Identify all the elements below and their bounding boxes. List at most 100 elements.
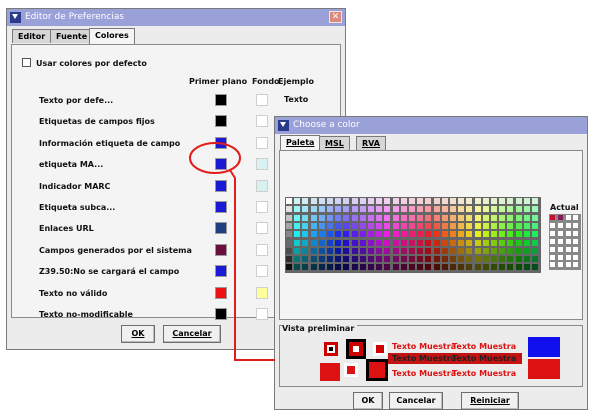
palette-swatch[interactable] [294, 239, 301, 246]
palette-swatch[interactable] [359, 247, 366, 254]
palette-swatch[interactable] [532, 198, 538, 204]
palette-swatch[interactable] [302, 256, 309, 263]
palette-swatch[interactable] [343, 206, 350, 213]
palette-swatch[interactable] [441, 214, 448, 221]
palette-swatch[interactable] [392, 239, 399, 246]
palette-swatch[interactable] [482, 222, 489, 229]
palette-swatch[interactable] [327, 222, 333, 229]
palette-swatch[interactable] [400, 239, 407, 246]
palette-swatch[interactable] [450, 206, 456, 213]
palette-swatch[interactable] [343, 239, 350, 246]
foreground-swatch[interactable] [215, 286, 227, 299]
palette-swatch[interactable] [523, 198, 530, 204]
recent-swatch[interactable] [565, 222, 571, 228]
palette-swatch[interactable] [499, 256, 506, 263]
recent-swatch[interactable] [557, 262, 563, 268]
recent-swatch[interactable] [565, 215, 571, 220]
palette-swatch[interactable] [417, 247, 424, 254]
palette-swatch[interactable] [327, 247, 333, 254]
palette-swatch[interactable] [400, 214, 407, 221]
palette-swatch[interactable] [327, 239, 333, 246]
palette-swatch[interactable] [368, 198, 374, 204]
palette-swatch[interactable] [286, 239, 292, 246]
background-swatch[interactable] [256, 136, 268, 149]
palette-swatch[interactable] [343, 264, 350, 271]
palette-swatch[interactable] [286, 198, 292, 204]
palette-swatch[interactable] [392, 222, 399, 229]
palette-swatch[interactable] [318, 239, 325, 246]
palette-swatch[interactable] [400, 222, 407, 229]
recent-swatch[interactable] [557, 254, 563, 260]
palette-swatch[interactable] [433, 214, 440, 221]
palette-swatch[interactable] [384, 198, 391, 204]
palette-swatch[interactable] [409, 222, 415, 229]
palette-swatch[interactable] [302, 231, 309, 238]
palette-swatch[interactable] [384, 231, 391, 238]
palette-swatch[interactable] [425, 256, 432, 263]
foreground-swatch[interactable] [215, 222, 227, 235]
background-swatch[interactable] [256, 94, 268, 106]
palette-swatch[interactable] [491, 231, 497, 238]
palette-swatch[interactable] [507, 214, 514, 221]
background-swatch[interactable] [256, 243, 268, 256]
palette-swatch[interactable] [433, 198, 440, 204]
palette-swatch[interactable] [286, 247, 292, 254]
palette-swatch[interactable] [343, 256, 350, 263]
palette-swatch[interactable] [482, 206, 489, 213]
palette-swatch[interactable] [433, 206, 440, 213]
palette-swatch[interactable] [466, 206, 473, 213]
foreground-swatch[interactable] [215, 201, 227, 213]
palette-swatch[interactable] [409, 264, 415, 271]
palette-swatch[interactable] [417, 214, 424, 221]
palette-swatch[interactable] [409, 214, 415, 221]
recent-swatch[interactable] [557, 222, 563, 228]
reset-button[interactable]: Reiniciar [461, 392, 519, 410]
tab-editor[interactable]: Editor [12, 29, 52, 43]
background-swatch[interactable] [256, 115, 268, 128]
recent-swatch[interactable] [557, 230, 563, 236]
recent-swatch[interactable] [565, 238, 571, 244]
palette-swatch[interactable] [302, 222, 309, 229]
palette-swatch[interactable] [482, 256, 489, 263]
palette-swatch[interactable] [400, 198, 407, 204]
recent-swatch[interactable] [550, 215, 555, 220]
palette-swatch[interactable] [507, 222, 514, 229]
palette-swatch[interactable] [523, 247, 530, 254]
palette-swatch[interactable] [310, 206, 317, 213]
palette-swatch[interactable] [376, 198, 383, 204]
palette-swatch[interactable] [458, 264, 465, 271]
palette-swatch[interactable] [450, 256, 456, 263]
recent-swatch[interactable] [550, 246, 555, 252]
palette-swatch[interactable] [384, 264, 391, 271]
palette-swatch[interactable] [384, 256, 391, 263]
palette-swatch[interactable] [351, 239, 358, 246]
palette-swatch[interactable] [392, 231, 399, 238]
palette-swatch[interactable] [466, 222, 473, 229]
palette-swatch[interactable] [507, 198, 514, 204]
palette-swatch[interactable] [474, 206, 481, 213]
palette-swatch[interactable] [409, 239, 415, 246]
palette-swatch[interactable] [335, 214, 342, 221]
palette-swatch[interactable] [458, 214, 465, 221]
palette-swatch[interactable] [343, 198, 350, 204]
recent-swatch[interactable] [557, 238, 563, 244]
palette-swatch[interactable] [466, 264, 473, 271]
tab-fuente[interactable]: Fuente [50, 29, 94, 43]
palette-swatch[interactable] [310, 198, 317, 204]
palette-swatch[interactable] [523, 256, 530, 263]
palette-swatch[interactable] [368, 222, 374, 229]
palette-swatch[interactable] [482, 231, 489, 238]
palette-swatch[interactable] [343, 231, 350, 238]
palette-swatch[interactable] [466, 256, 473, 263]
palette-swatch[interactable] [318, 214, 325, 221]
palette-swatch[interactable] [286, 214, 292, 221]
recent-swatch[interactable] [573, 254, 579, 260]
palette-swatch[interactable] [392, 256, 399, 263]
palette-swatch[interactable] [532, 222, 538, 229]
palette-swatch[interactable] [466, 231, 473, 238]
recent-swatch[interactable] [550, 222, 555, 228]
palette-swatch[interactable] [482, 198, 489, 204]
foreground-swatch[interactable] [215, 136, 227, 149]
palette-swatch[interactable] [532, 239, 538, 246]
palette-swatch[interactable] [482, 264, 489, 271]
